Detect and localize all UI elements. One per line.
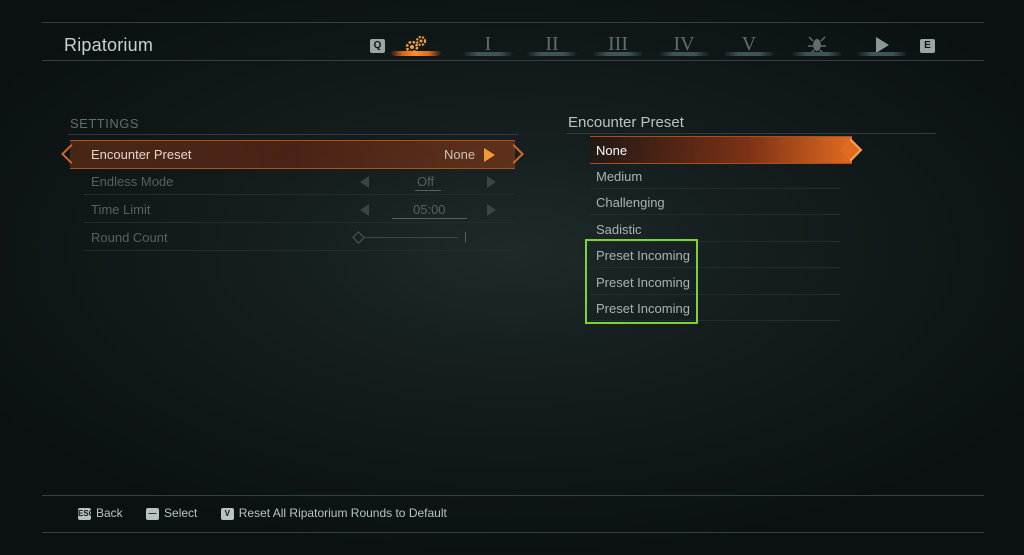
play-icon	[874, 33, 890, 55]
prev-value-arrow-icon[interactable]	[360, 204, 369, 216]
footer-hints: ESC Back — Select V Reset All Ripatorium Ro…	[78, 505, 467, 523]
tab-round-1[interactable]: I	[462, 32, 514, 56]
tab-round-4[interactable]: IV	[658, 32, 710, 56]
tab-boss[interactable]	[791, 32, 843, 56]
settings-section-label: SETTINGS	[70, 116, 140, 131]
settings-divider	[68, 134, 518, 135]
next-value-arrow-icon[interactable]	[487, 204, 496, 216]
tab-bar: Q I II III IV V E	[366, 30, 941, 58]
highlight-box	[585, 239, 698, 324]
setting-endless-mode[interactable]: Endless Mode Off	[70, 168, 515, 195]
back-label: Back	[96, 505, 123, 520]
setting-round-count[interactable]: Round Count	[70, 224, 515, 251]
round-count-slider[interactable]	[358, 237, 458, 238]
row-divider	[84, 222, 515, 223]
reset-hint[interactable]: V Reset All Ripatorium Rounds to Default	[220, 505, 447, 520]
tab-play[interactable]	[856, 32, 908, 56]
boss-creature-icon	[807, 33, 827, 55]
prev-value-arrow-icon[interactable]	[360, 176, 369, 188]
value-underline	[392, 218, 467, 219]
setting-value: None	[444, 147, 476, 162]
reset-label: Reset All Ripatorium Rounds to Default	[238, 505, 447, 520]
preset-option-none[interactable]: None	[590, 136, 863, 164]
tab-round-5[interactable]: V	[723, 32, 775, 56]
selection-cap-right	[504, 144, 524, 164]
esc-key-icon: ESC	[78, 507, 95, 520]
next-tab-key[interactable]: E	[920, 39, 935, 53]
setting-time-limit[interactable]: Time Limit 05:00	[70, 196, 515, 223]
preset-panel-divider	[566, 133, 936, 134]
option-label: Challenging	[596, 195, 665, 210]
preset-panel-title: Encounter Preset	[568, 114, 684, 131]
setting-encounter-preset[interactable]: Encounter Preset None	[61, 140, 524, 169]
selection-cap-right	[839, 138, 863, 162]
select-hint[interactable]: — Select	[146, 506, 197, 520]
setting-value: 05:00	[413, 202, 446, 217]
next-value-arrow-icon[interactable]	[487, 176, 496, 188]
top-frame-line	[42, 22, 984, 23]
row-divider	[84, 194, 515, 195]
preset-option-medium[interactable]: Medium	[590, 163, 840, 189]
option-divider	[590, 214, 840, 215]
slider-end-tick	[465, 232, 466, 243]
back-hint[interactable]: ESC Back	[78, 506, 123, 520]
prev-tab-key[interactable]: Q	[370, 39, 385, 53]
row-divider	[84, 250, 515, 251]
slider-handle[interactable]	[352, 231, 365, 244]
setting-label: Endless Mode	[91, 174, 174, 189]
setting-value: Off	[417, 174, 435, 189]
next-value-arrow-icon[interactable]	[484, 148, 495, 162]
gears-icon	[403, 33, 429, 55]
preset-option-challenging[interactable]: Challenging	[590, 189, 840, 215]
tab-settings[interactable]	[390, 32, 442, 56]
option-label: Medium	[596, 169, 643, 184]
enter-key-icon: —	[146, 507, 160, 520]
bottom-frame-line	[42, 532, 984, 533]
setting-label: Time Limit	[91, 202, 151, 217]
footer-divider	[42, 495, 984, 496]
option-label: Sadistic	[596, 222, 642, 237]
header-divider	[42, 60, 984, 61]
tab-round-3[interactable]: III	[592, 32, 644, 56]
page-title: Ripatorium	[64, 35, 154, 55]
value-underline	[415, 190, 441, 191]
select-label: Select	[164, 505, 198, 520]
option-label: None	[596, 143, 628, 158]
v-key-icon: V	[220, 507, 234, 520]
tab-round-2[interactable]: II	[526, 32, 578, 56]
setting-label: Encounter Preset	[91, 147, 192, 162]
selection-cap-left	[61, 144, 81, 164]
setting-label: Round Count	[91, 230, 168, 245]
